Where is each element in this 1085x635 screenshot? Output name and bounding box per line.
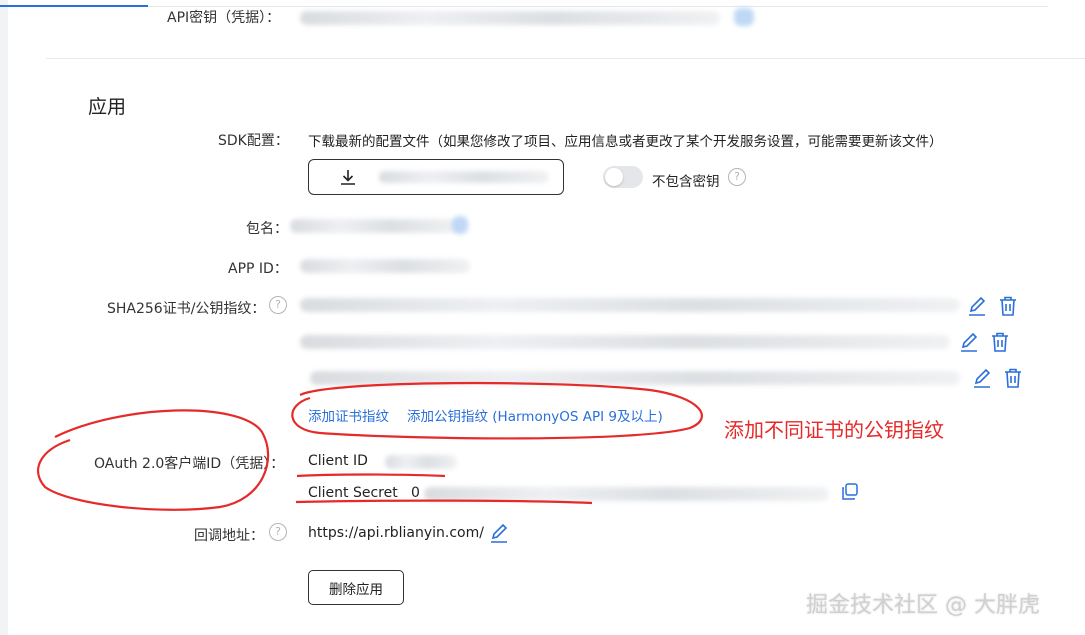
config-filename xyxy=(379,171,549,183)
toggle-knob xyxy=(605,168,623,186)
callback-url: https://api.rblianyin.com/ xyxy=(308,525,484,541)
client-secret-prefix: 0 xyxy=(411,485,420,501)
left-edge xyxy=(0,0,8,635)
fingerprint-value xyxy=(310,371,960,385)
callback-label: 回调地址： xyxy=(194,528,264,544)
app-id-value xyxy=(300,259,470,273)
client-id-label: Client ID xyxy=(308,453,368,469)
add-pubkey-fingerprint-link[interactable]: 添加公钥指纹 (HarmonyOS API 9及以上) xyxy=(407,405,663,425)
sdk-label: SDK配置： xyxy=(218,133,289,149)
package-label: 包名： xyxy=(246,221,288,237)
section-title: 应用 xyxy=(88,96,127,118)
fingerprint-value xyxy=(300,298,960,312)
oauth-label: OAuth 2.0客户端ID（凭据）： xyxy=(94,456,285,472)
app-id-label: APP ID： xyxy=(228,261,288,277)
sha-label: SHA256证书/公钥指纹： xyxy=(107,301,266,317)
trash-icon[interactable] xyxy=(1002,367,1024,389)
watermark: 掘金技术社区 @ 大胖虎 xyxy=(806,593,1040,618)
sdk-description: 下载最新的配置文件（如果您修改了项目、应用信息或者更改了某个开发服务设置，可能需… xyxy=(308,134,943,150)
annotation-text: 添加不同证书的公钥指纹 xyxy=(724,418,944,442)
copy-icon[interactable] xyxy=(840,482,860,502)
download-config-button[interactable] xyxy=(308,159,564,195)
api-key-label: API密钥（凭据）： xyxy=(167,10,281,26)
top-divider xyxy=(148,6,1048,7)
client-secret-value xyxy=(424,487,829,501)
delete-app-button[interactable]: 删除应用 xyxy=(308,570,404,605)
edit-icon[interactable] xyxy=(971,367,993,389)
client-secret-label: Client Secret xyxy=(308,485,398,501)
add-cert-fingerprint-link[interactable]: 添加证书指纹 xyxy=(308,405,389,425)
api-key-value xyxy=(300,11,720,25)
copy-icon[interactable] xyxy=(452,216,468,234)
edit-icon[interactable] xyxy=(958,331,980,353)
exclude-key-toggle[interactable] xyxy=(603,166,643,188)
client-id-value xyxy=(385,455,457,469)
help-icon[interactable]: ? xyxy=(269,523,287,541)
active-tab-underline xyxy=(0,5,148,7)
edit-icon[interactable] xyxy=(966,295,988,317)
edit-icon[interactable] xyxy=(488,522,510,544)
trash-icon[interactable] xyxy=(997,295,1019,317)
download-icon xyxy=(341,170,355,185)
card-divider xyxy=(46,58,1085,59)
package-value xyxy=(290,219,458,233)
trash-icon[interactable] xyxy=(989,331,1011,353)
help-icon[interactable]: ? xyxy=(269,296,287,314)
fingerprint-value xyxy=(300,335,950,349)
help-icon[interactable]: ? xyxy=(728,168,746,186)
copy-icon[interactable] xyxy=(734,8,754,26)
exclude-key-label: 不包含密钥 xyxy=(652,174,720,190)
